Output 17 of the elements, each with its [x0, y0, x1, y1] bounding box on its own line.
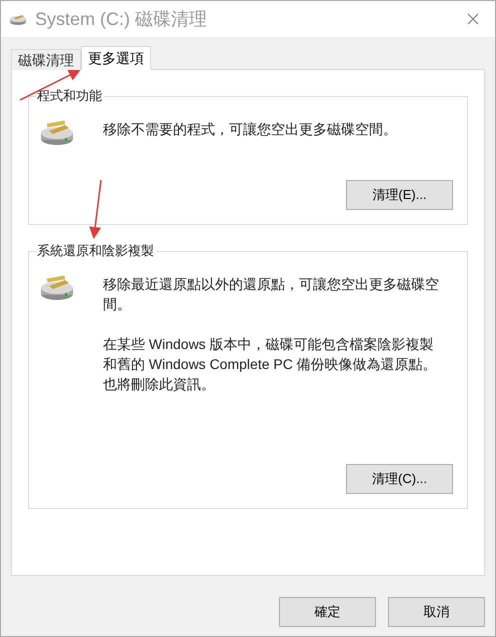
description-text: 在某些 Windows 版本中，磁碟可能包含檔案陰影複製和舊的 Windows Complete PC 備份映像做為還原點。也將刪除此資訊。: [103, 335, 438, 394]
group-title: 系統還原和陰影複製: [37, 242, 156, 260]
tab[interactable]: 更多選項: [81, 46, 151, 70]
annotation-arrow: [89, 180, 102, 239]
group-title: 程式和功能: [37, 87, 104, 105]
window-title: System (C:) 磁碟清理: [35, 8, 208, 31]
description-text: 移除不需要的程式，可讓您空出更多磁碟空間。: [103, 120, 398, 139]
close-icon[interactable]: [467, 13, 479, 25]
cleanup-button[interactable]: 清理(E)...: [346, 180, 453, 210]
dialog-button[interactable]: 取消: [388, 597, 485, 627]
cleanup-button[interactable]: 清理(C)...: [346, 464, 453, 494]
drive-icon: [39, 274, 75, 302]
drive-icon: [39, 119, 75, 147]
drive-icon: [9, 12, 27, 26]
description-text: 移除最近還原點以外的還原點，可讓您空出更多磁碟空間。: [103, 275, 440, 314]
tab[interactable]: 磁碟清理: [11, 49, 81, 70]
dialog-button[interactable]: 確定: [279, 597, 376, 627]
